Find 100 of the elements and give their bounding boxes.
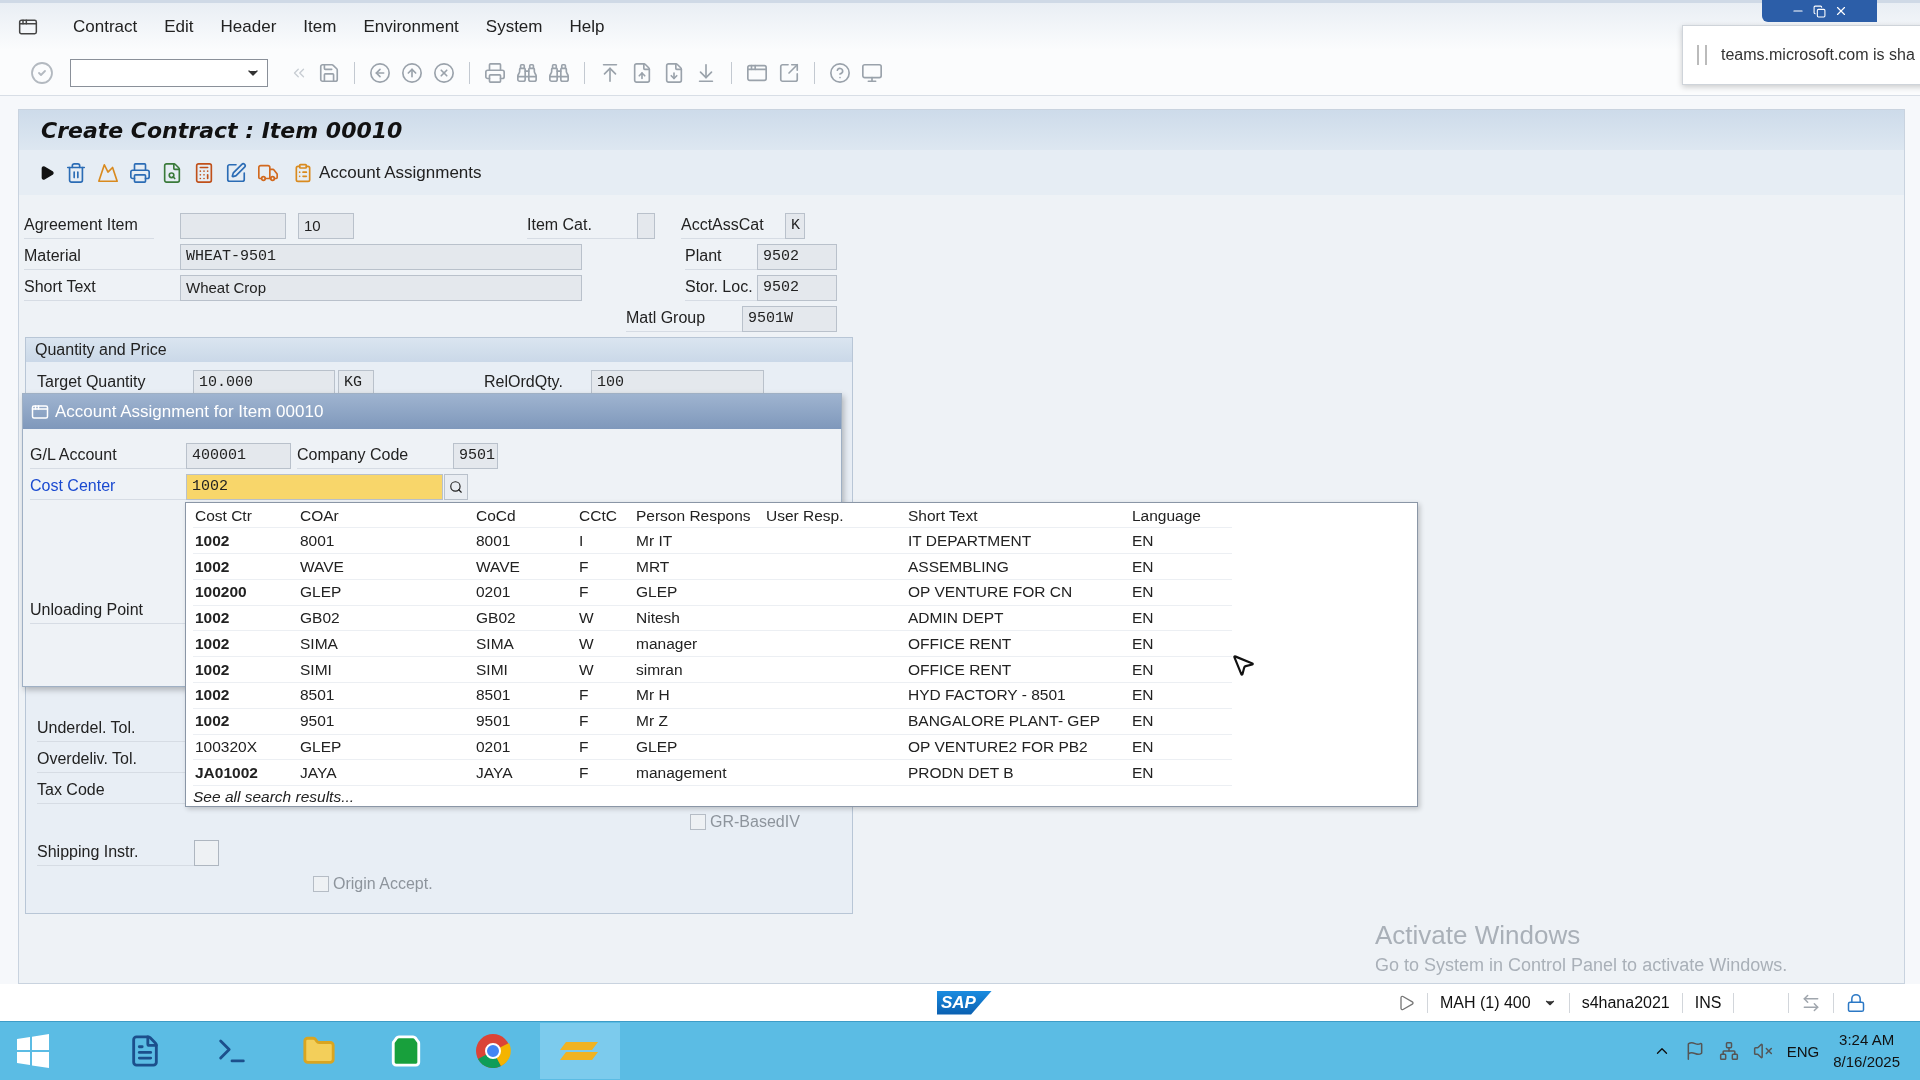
input-field[interactable]: 1002 [186, 473, 443, 500]
field-label: Agreement Item [24, 212, 154, 239]
input-field[interactable]: 9501W [742, 305, 837, 332]
table-cell-text: 1002 [194, 686, 231, 705]
list-row[interactable]: 1002 SIMI SIMI W simran OFFICE RENT EN [193, 657, 1232, 683]
table-cell-text: SIMI [475, 660, 509, 679]
table-cell-text: MRT [635, 557, 671, 576]
print-icon[interactable] [484, 61, 506, 84]
system-info: MAH (1) 400 [1439, 993, 1531, 1012]
menu-item[interactable]: Contract [73, 16, 138, 37]
printer-icon[interactable] [129, 161, 151, 184]
table-cell-text: F [578, 712, 590, 731]
help-icon[interactable] [829, 61, 851, 84]
unit-field[interactable]: KG [338, 369, 374, 396]
input-field[interactable] [180, 212, 286, 239]
shortcut-icon[interactable] [778, 61, 800, 84]
language-indicator[interactable]: ENG [1786, 1042, 1820, 1060]
back-icon[interactable] [369, 61, 391, 84]
check-icon[interactable] [30, 60, 54, 85]
menu-item[interactable]: Header [220, 16, 277, 37]
table-cell-text: management [635, 763, 728, 782]
input-field[interactable]: 9501 [453, 442, 498, 469]
activation-text: Go to System in Control Panel to activate Windows. [1375, 955, 1788, 976]
sap-logo: SAP [937, 990, 992, 1015]
find-next-icon[interactable] [548, 61, 570, 84]
save-icon[interactable] [318, 61, 340, 84]
column-header: Cost Ctr [194, 506, 253, 525]
dialog-icon [31, 402, 49, 421]
table-cell-text: GLEP [635, 583, 679, 602]
windows-logo-icon [16, 1034, 50, 1068]
table-cell-text: EN [1131, 737, 1155, 756]
table-cell-text: EN [1131, 531, 1155, 550]
cancel-icon[interactable] [433, 61, 455, 84]
speaker-icon[interactable] [1752, 1041, 1773, 1061]
input-field[interactable]: 10 [298, 212, 354, 239]
table-cell-text: 1002 [194, 712, 231, 731]
menu-item[interactable]: Help [569, 16, 605, 37]
calculator-icon[interactable] [193, 161, 215, 184]
list-row[interactable]: 1002 9501 9501 F Mr Z BANGALORE PLANT- GEP EN [193, 708, 1232, 735]
cursor-icon [1230, 652, 1256, 678]
trash-icon[interactable] [65, 161, 87, 184]
input-field[interactable]: Wheat Crop [180, 274, 582, 301]
input-field[interactable]: 400001 [186, 442, 291, 469]
monitor-icon[interactable] [861, 61, 883, 84]
find-icon[interactable] [516, 61, 538, 84]
menu-item[interactable]: System [485, 16, 543, 37]
restore-icon[interactable] [1813, 4, 1826, 18]
table-cell-text: 0201 [475, 583, 512, 602]
input-field[interactable]: 10.000 [193, 369, 335, 396]
list-row[interactable]: 1002 GB02 GB02 W Nitesh ADMIN DEPT EN [193, 605, 1232, 632]
list-row[interactable]: 1002 8501 8501 F Mr H HYD FACTORY - 8501 EN [193, 683, 1232, 709]
input-field[interactable]: 9502 [757, 243, 837, 270]
table-cell-text: W [578, 660, 595, 679]
column-header: Short Text [907, 506, 979, 525]
clock[interactable]: 3:24 AM 8/16/2025 [1833, 1029, 1900, 1073]
edit-icon[interactable] [225, 161, 247, 184]
close-icon[interactable] [1834, 4, 1848, 18]
network-icon[interactable] [1718, 1041, 1739, 1061]
table-cell-text: GLEP [299, 737, 343, 756]
lock-icon[interactable] [1846, 992, 1867, 1013]
table-cell-text: PRODN DET B [907, 763, 1015, 782]
menu-item[interactable]: Environment [363, 16, 459, 37]
table-cell-text: simran [635, 660, 684, 679]
menu-item[interactable]: Item [303, 16, 337, 37]
table-cell-text: 1002 [194, 557, 231, 576]
column-header: Language [1131, 506, 1202, 525]
input-field[interactable]: WHEAT-9501 [180, 243, 582, 270]
command-field[interactable] [70, 58, 268, 87]
stripes-icon [560, 1040, 600, 1062]
server-name: s4hana2021 [1581, 993, 1670, 1012]
see-all-link[interactable]: See all search results... [193, 788, 355, 807]
list-row[interactable]: JA01002 JAYA JAYA F management PRODN DET B EN [193, 760, 1232, 787]
input-field[interactable] [637, 212, 655, 239]
mountain-icon[interactable] [97, 161, 119, 184]
table-cell-text: JAYA [475, 763, 514, 782]
table-cell-text: 1002 [194, 531, 231, 550]
clipboard-icon [293, 162, 313, 183]
previous-page-icon[interactable] [631, 61, 653, 84]
document-search-icon[interactable] [161, 161, 183, 184]
list-row[interactable]: 1002 8001 8001 I Mr IT IT DEPARTMENT EN [193, 528, 1232, 555]
list-row[interactable]: 1002 SIMA SIMA W manager OFFICE RENT EN [193, 631, 1232, 658]
list-row[interactable]: 100200 GLEP 0201 F GLEP OP VENTURE FOR CN EN [193, 579, 1232, 606]
search-button[interactable] [444, 473, 468, 500]
input-field[interactable] [194, 839, 219, 866]
input-field[interactable]: K [785, 212, 805, 239]
play-icon[interactable] [39, 164, 55, 181]
menu-item[interactable]: Edit [164, 16, 194, 37]
table-cell-text: IT DEPARTMENT [907, 531, 1033, 550]
table-cell-text: GB02 [299, 609, 341, 628]
next-page-icon[interactable] [663, 61, 685, 84]
account-assignments-button[interactable]: Account Assignments [289, 160, 486, 185]
list-row[interactable]: 100320X GLEP 0201 F GLEP OP VENTURE2 FOR PB2 EN [193, 734, 1232, 761]
list-row[interactable]: 1002 WAVE WAVE F MRT ASSEMBLING EN [193, 554, 1232, 580]
table-cell-text: Mr H [635, 686, 671, 705]
up-icon[interactable] [401, 61, 423, 84]
browser-icon [475, 1033, 511, 1069]
table-cell-text: WAVE [475, 557, 521, 576]
input-field[interactable]: 100 [591, 369, 764, 396]
notification-text: teams.microsoft.com is sha [1721, 46, 1915, 64]
input-field[interactable]: 9502 [757, 274, 837, 301]
